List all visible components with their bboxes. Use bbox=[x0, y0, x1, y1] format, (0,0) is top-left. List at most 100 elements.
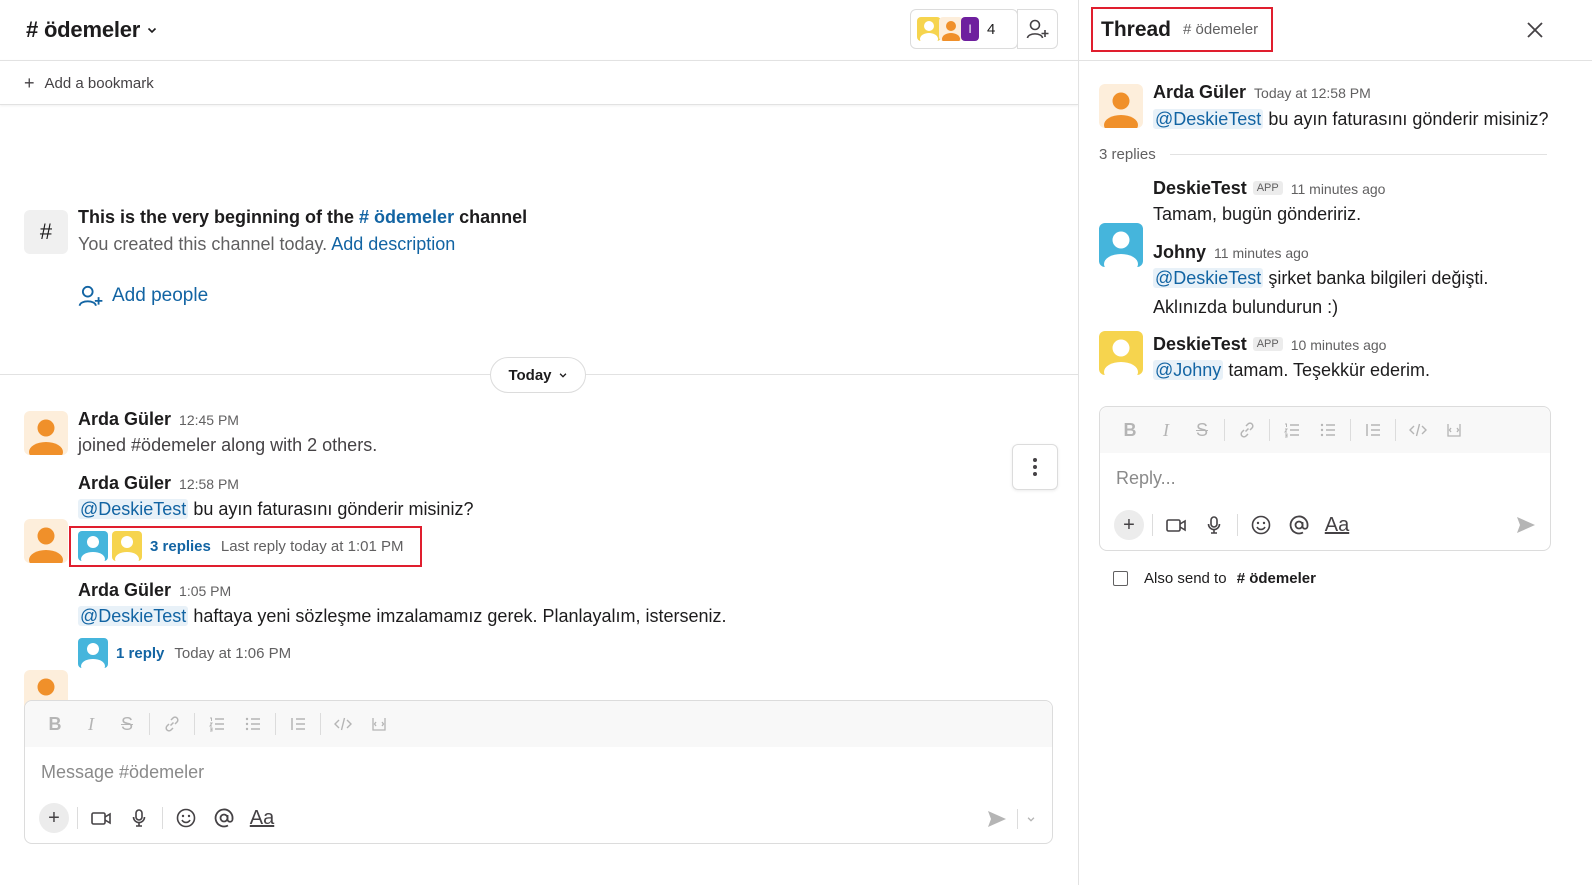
italic-icon[interactable]: I bbox=[73, 709, 109, 739]
message-header: DeskieTest APP 10 minutes ago bbox=[1153, 334, 1386, 355]
bullet-list-icon[interactable] bbox=[235, 709, 271, 739]
chevron-down-icon bbox=[558, 370, 568, 380]
message-author[interactable]: DeskieTest bbox=[1153, 334, 1247, 354]
plus-icon: + bbox=[39, 803, 69, 833]
user-mention[interactable]: @DeskieTest bbox=[1153, 268, 1264, 288]
thread-replies-link[interactable]: 1 reply Today at 1:06 PM bbox=[78, 638, 291, 668]
message-author[interactable]: Arda Güler bbox=[78, 473, 171, 493]
message-timestamp[interactable]: 12:45 PM bbox=[179, 412, 239, 428]
date-divider-button[interactable]: Today bbox=[490, 357, 586, 393]
composer-actions: + Aa bbox=[35, 801, 281, 835]
avatar[interactable] bbox=[1099, 84, 1143, 128]
blockquote-icon[interactable] bbox=[280, 709, 316, 739]
add-description-link[interactable]: Add description bbox=[331, 234, 455, 254]
italic-icon[interactable]: I bbox=[1148, 415, 1184, 445]
add-people-button[interactable]: Add people bbox=[78, 284, 208, 308]
message-timestamp[interactable]: 11 minutes ago bbox=[1291, 181, 1386, 197]
avatar[interactable] bbox=[24, 411, 68, 455]
add-person-icon bbox=[1026, 18, 1050, 40]
close-thread-button[interactable] bbox=[1521, 16, 1549, 44]
message-text: @DeskieTest haftaya yeni sözleşme imzala… bbox=[78, 604, 727, 629]
code-icon[interactable] bbox=[325, 709, 361, 739]
bold-icon[interactable]: B bbox=[37, 709, 73, 739]
strikethrough-icon[interactable]: S bbox=[1184, 415, 1220, 445]
blockquote-icon[interactable] bbox=[1355, 415, 1391, 445]
message-timestamp[interactable]: 12:58 PM bbox=[179, 476, 239, 492]
bullet-list-icon[interactable] bbox=[1310, 415, 1346, 445]
message-author[interactable]: Arda Güler bbox=[78, 580, 171, 600]
add-bookmark-button[interactable]: + Add a bookmark bbox=[24, 73, 154, 94]
message-author[interactable]: DeskieTest bbox=[1153, 178, 1247, 198]
mention-icon[interactable] bbox=[205, 801, 243, 835]
emoji-icon[interactable] bbox=[1242, 508, 1280, 542]
message-header: Johny 11 minutes ago bbox=[1153, 242, 1309, 263]
message-author[interactable]: Johny bbox=[1153, 242, 1206, 262]
avatar[interactable] bbox=[1099, 331, 1143, 375]
member-count: 4 bbox=[987, 20, 996, 38]
message-timestamp[interactable]: 1:05 PM bbox=[179, 583, 231, 599]
avatar[interactable] bbox=[24, 519, 68, 563]
mention-icon[interactable] bbox=[1280, 508, 1318, 542]
intro-channel-link[interactable]: # ödemeler bbox=[359, 207, 454, 227]
attach-button[interactable]: + bbox=[1110, 508, 1148, 542]
member-avatar-orange bbox=[939, 17, 963, 41]
formatting-toolbar: B I S bbox=[1100, 407, 1550, 453]
video-icon[interactable] bbox=[82, 801, 120, 835]
member-avatar-yellow bbox=[917, 17, 941, 41]
thread-channel-link[interactable]: # ödemeler bbox=[1183, 21, 1258, 38]
reply-avatar-yellow bbox=[112, 531, 142, 561]
microphone-icon[interactable] bbox=[1195, 508, 1233, 542]
channel-title-button[interactable]: # ödemeler bbox=[26, 14, 158, 46]
also-send-checkbox[interactable] bbox=[1113, 571, 1128, 586]
emoji-icon[interactable] bbox=[167, 801, 205, 835]
message-text: @DeskieTest şirket banka bilgileri değiş… bbox=[1153, 266, 1488, 291]
message-timestamp[interactable]: 10 minutes ago bbox=[1291, 337, 1387, 353]
reply-count-divider: 3 replies bbox=[1099, 146, 1547, 163]
user-mention[interactable]: @Johny bbox=[1153, 360, 1224, 380]
message-input[interactable] bbox=[41, 757, 941, 787]
vertical-ellipsis-icon bbox=[1032, 457, 1038, 477]
link-icon[interactable] bbox=[1229, 415, 1265, 445]
channel-intro-subtitle: You created this channel today. Add desc… bbox=[78, 234, 455, 255]
video-icon[interactable] bbox=[1157, 508, 1195, 542]
message-timestamp[interactable]: Today at 12:58 PM bbox=[1254, 85, 1371, 101]
bold-icon[interactable]: B bbox=[1112, 415, 1148, 445]
more-actions-button[interactable] bbox=[1012, 444, 1058, 490]
avatar[interactable] bbox=[1099, 223, 1143, 267]
toolbar-separator bbox=[194, 713, 195, 735]
message-timestamp[interactable]: 11 minutes ago bbox=[1214, 245, 1309, 261]
code-block-icon[interactable] bbox=[361, 709, 397, 739]
user-mention[interactable]: @DeskieTest bbox=[78, 606, 189, 626]
reply-count[interactable]: 3 replies bbox=[150, 538, 211, 555]
reply-count[interactable]: 1 reply bbox=[116, 645, 164, 662]
thread-replies-link[interactable]: 3 replies Last reply today at 1:01 PM bbox=[78, 531, 403, 561]
intro-subtitle-text: You created this channel today. bbox=[78, 234, 328, 254]
microphone-icon[interactable] bbox=[120, 801, 158, 835]
user-mention[interactable]: @DeskieTest bbox=[1153, 109, 1264, 129]
code-icon[interactable] bbox=[1400, 415, 1436, 445]
channel-name: # ödemeler bbox=[26, 17, 141, 42]
send-icon[interactable] bbox=[1514, 513, 1538, 537]
formatting-toggle[interactable]: Aa bbox=[1318, 508, 1356, 542]
strikethrough-icon[interactable]: S bbox=[109, 709, 145, 739]
ordered-list-icon[interactable] bbox=[1274, 415, 1310, 445]
intro-title-suffix: channel bbox=[454, 207, 528, 227]
send-icon[interactable] bbox=[985, 807, 1009, 831]
add-people-label: Add people bbox=[112, 285, 209, 306]
message-header: Arda Güler 12:58 PM bbox=[78, 473, 239, 494]
members-button[interactable]: I 4 bbox=[910, 9, 1018, 49]
user-mention[interactable]: @DeskieTest bbox=[78, 499, 189, 519]
message-author[interactable]: Arda Güler bbox=[1153, 82, 1246, 102]
ordered-list-icon[interactable] bbox=[199, 709, 235, 739]
chevron-down-icon[interactable] bbox=[1023, 811, 1039, 827]
bookmark-bar: + Add a bookmark bbox=[0, 60, 1078, 105]
message-author[interactable]: Arda Güler bbox=[78, 409, 171, 429]
add-member-button[interactable] bbox=[1017, 9, 1058, 49]
code-block-icon[interactable] bbox=[1436, 415, 1472, 445]
link-icon[interactable] bbox=[154, 709, 190, 739]
attach-button[interactable]: + bbox=[35, 801, 73, 835]
formatting-toggle[interactable]: Aa bbox=[243, 801, 281, 835]
thread-pane: Thread # ödemeler Arda Güler Today at 12:… bbox=[1078, 0, 1592, 885]
app-badge: APP bbox=[1252, 337, 1283, 351]
reply-input[interactable] bbox=[1116, 463, 1516, 493]
